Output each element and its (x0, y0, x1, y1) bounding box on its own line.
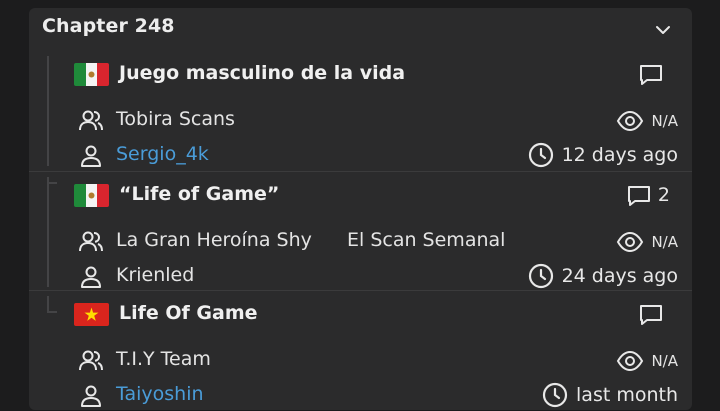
release-item[interactable]: Juego masculino de la vida Tobira Scans … (29, 51, 692, 171)
vietnam-flag-icon (74, 303, 109, 326)
user-icon (77, 382, 105, 410)
group-name[interactable]: La Gran Heroína Shy (116, 229, 312, 251)
views-counter: N/A (616, 347, 678, 375)
user-icon (77, 142, 105, 170)
chapter-title: Chapter 248 (42, 15, 175, 37)
release-title[interactable]: Life Of Game (119, 302, 258, 324)
group-icon (77, 107, 105, 135)
mexico-flag-icon (74, 184, 109, 207)
comment-count: 2 (657, 184, 670, 206)
release-item[interactable]: Life Of Game T.I.Y Team N/A Taiyoshin la… (29, 290, 692, 411)
views-value: N/A (651, 233, 678, 251)
comment-button[interactable]: 2 (626, 182, 670, 208)
tree-line (47, 177, 49, 287)
release-title[interactable]: “Life of Game” (119, 183, 279, 205)
tree-branch (47, 311, 57, 313)
comment-icon (638, 301, 664, 327)
chapter-card: Chapter 248 Juego masculino de la vida T… (29, 8, 692, 410)
release-item[interactable]: “Life of Game” 2 La Gran Heroína Shy El … (29, 171, 692, 292)
comment-icon (626, 182, 652, 208)
uploader-link[interactable]: Sergio_4k (116, 143, 209, 165)
eye-icon (616, 228, 644, 256)
group-name[interactable]: T.I.Y Team (116, 348, 211, 370)
comment-button[interactable] (638, 61, 670, 87)
mexico-flag-icon (74, 63, 109, 86)
time-text: 24 days ago (561, 265, 678, 287)
release-time: last month (541, 381, 678, 409)
tree-line (47, 56, 49, 166)
user-icon (77, 263, 105, 291)
views-counter: N/A (616, 107, 678, 135)
clock-icon (527, 262, 555, 290)
chevron-down-icon[interactable] (652, 19, 674, 41)
release-title[interactable]: Juego masculino de la vida (119, 62, 405, 84)
comment-icon (638, 61, 664, 87)
tree-branch (47, 182, 57, 184)
clock-icon (541, 381, 569, 409)
release-time: 12 days ago (527, 141, 678, 169)
group-icon (77, 228, 105, 256)
views-value: N/A (651, 352, 678, 370)
eye-icon (616, 107, 644, 135)
uploader-link[interactable]: Taiyoshin (116, 383, 204, 405)
views-value: N/A (651, 112, 678, 130)
chapter-header[interactable]: Chapter 248 (29, 8, 692, 48)
comment-button[interactable] (638, 301, 670, 327)
time-text: 12 days ago (561, 144, 678, 166)
time-text: last month (576, 384, 678, 406)
clock-icon (527, 141, 555, 169)
uploader-name[interactable]: Krienled (116, 264, 194, 286)
group-icon (77, 347, 105, 375)
eye-icon (616, 347, 644, 375)
group-name[interactable]: Tobira Scans (116, 108, 235, 130)
views-counter: N/A (616, 228, 678, 256)
group-name[interactable]: El Scan Semanal (347, 229, 505, 251)
release-time: 24 days ago (527, 262, 678, 290)
